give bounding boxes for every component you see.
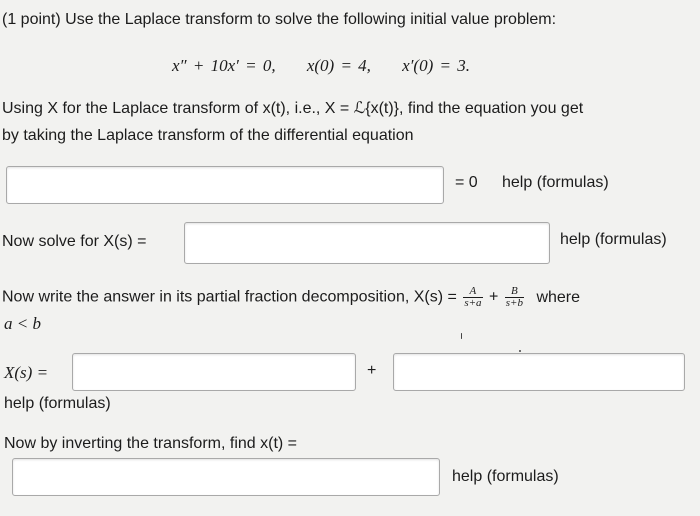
help-formulas-link-4[interactable]: help (formulas): [452, 468, 559, 486]
partial-fraction-input-1[interactable]: [72, 353, 356, 391]
stray-mark-2: [519, 350, 521, 352]
fraction-b: B s+b: [504, 286, 524, 309]
problem-intro: (1 point) Use the Laplace transform to s…: [2, 11, 557, 28]
problem-equation: x″ + 10x′ = 0, x(0) = 4, x′(0) = 3.: [172, 56, 470, 75]
stray-mark-1: [461, 333, 462, 339]
a-less-than-b: a < b: [4, 314, 41, 333]
transformed-equation-input[interactable]: [6, 166, 444, 204]
help-formulas-link-1[interactable]: help (formulas): [502, 174, 609, 192]
solve-for-x-label: Now solve for X(s) =: [2, 233, 147, 250]
fraction-a-denominator: s+a: [464, 297, 482, 309]
x-of-t-input[interactable]: [12, 458, 440, 496]
help-formulas-link-2[interactable]: help (formulas): [560, 231, 667, 249]
fraction-b-denominator: s+b: [505, 297, 523, 309]
partial-plus-sign: +: [367, 362, 377, 379]
partial-fraction-input-2[interactable]: [393, 353, 685, 391]
fraction-a: A s+a: [463, 286, 483, 309]
x-of-s-label: X(s) =: [4, 363, 49, 382]
fraction-plus: +: [488, 288, 499, 306]
equals-zero-label: = 0: [455, 174, 478, 191]
partial-fraction-text: Now write the answer in its partial frac…: [2, 288, 457, 306]
help-formulas-link-3[interactable]: help (formulas): [4, 395, 111, 413]
solve-x-input[interactable]: [184, 222, 550, 264]
problem-line-1: Using X for the Laplace transform of x(t…: [2, 100, 584, 117]
partial-fraction-instruction: Now write the answer in its partial frac…: [2, 286, 580, 309]
where-label: where: [536, 288, 581, 306]
inverse-transform-label: Now by inverting the transform, find x(t…: [4, 435, 297, 452]
problem-line-2: by taking the Laplace transform of the d…: [2, 127, 414, 144]
